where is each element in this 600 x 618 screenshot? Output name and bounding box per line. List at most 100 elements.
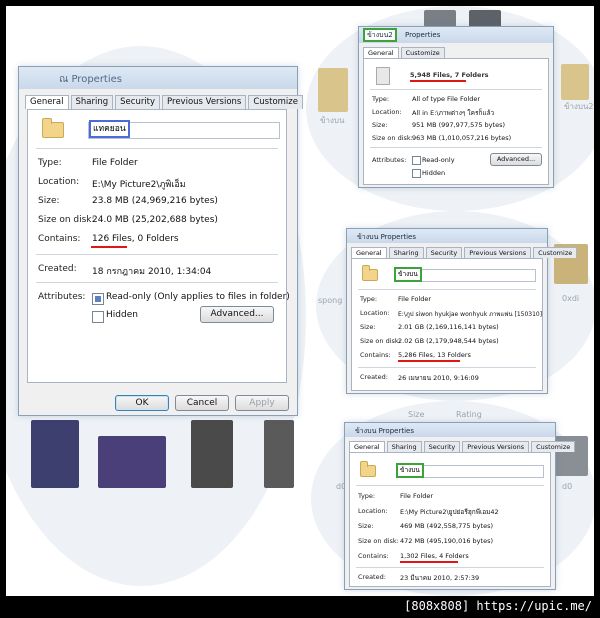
folder-name-highlight: ข้างบน [394,267,422,282]
tab-previous-versions[interactable]: Previous Versions [162,95,247,109]
ghost-label: 0xdi [562,294,580,303]
hidden-checkbox[interactable] [92,311,104,323]
tab-customize[interactable]: Customize [531,441,576,452]
photo-thumbnail[interactable] [264,420,294,488]
window-titlebar[interactable]: ข้างบน Properties [347,229,547,243]
readonly-checkbox[interactable] [412,156,421,165]
properties-window-folder-2: ข้างบน Properties General Sharing Securi… [346,228,578,394]
ghost-label: d0 [562,482,573,491]
size-value: 951 MB (997,977,575 bytes) [412,121,506,129]
red-underline [400,561,458,563]
divider [370,89,542,90]
size-label: Size: [38,196,60,206]
red-underline [91,246,127,248]
properties-window-multi: ข้างบน2 Properties General Customize 5,9… [358,26,554,188]
tab-security[interactable]: Security [423,441,461,452]
title-highlight: ข้างบน2 [363,28,397,42]
location-value: E:\My Picture2\ภูพิเอ็ม [92,180,186,190]
collage-canvas: ข้างบน ข้างบน2 spong 0xdi Size Rating d0… [6,6,594,596]
apply-button[interactable]: Apply [235,395,289,411]
tab-sharing[interactable]: Sharing [388,247,424,258]
window-titlebar[interactable]: ณ Properties [19,67,297,89]
divider [36,148,278,149]
size-on-disk-label: Size on disk: [38,215,95,225]
advanced-button[interactable]: Advanced... [200,306,274,323]
created-label: Created: [358,573,386,581]
tab-previous-versions[interactable]: Previous Versions [462,441,530,452]
folder-thumbnail[interactable] [318,68,348,112]
ghost-label: ข้างบน2 [564,102,594,111]
ghost-label: Rating [456,410,482,419]
divider [358,367,536,368]
tab-strip: General Sharing Security Previous Versio… [349,441,577,452]
created-value: 23 มีนาคม 2010, 2:57:39 [400,574,480,582]
hidden-label: Hidden [106,310,138,320]
ok-button[interactable]: OK [115,395,169,411]
folder-thumbnail[interactable] [561,64,589,100]
tab-general[interactable]: General [349,441,385,452]
red-underline [398,360,460,362]
size-label: Size: [358,522,374,530]
ghost-label: spong [318,296,343,305]
tab-sharing[interactable]: Sharing [70,95,114,109]
window-titlebar[interactable]: ข้างบน2 Properties [359,27,553,43]
general-panel: ข้างบน Type: File Folder Location: E:\ภู… [351,258,543,391]
type-label: Type: [360,295,378,303]
advanced-button[interactable]: Advanced... [490,153,542,166]
divider [356,485,544,486]
size-on-disk-value: 24.0 MB (25,202,688 bytes) [92,215,218,225]
red-underline [410,80,466,82]
tab-customize[interactable]: Customize [533,247,578,258]
hidden-checkbox[interactable] [412,169,421,178]
cancel-button[interactable]: Cancel [175,395,229,411]
contains-value: 1,302 Files, 4 Folders [400,552,469,560]
divider [358,289,536,290]
attributes-label: Attributes: [38,292,86,302]
tab-previous-versions[interactable]: Previous Versions [464,247,532,258]
properties-window-main: ณ Properties General Sharing Security Pr… [18,66,303,416]
location-value: All in E:\ภาพต่างๆ ใครก็แล้ว [412,109,495,117]
folder-icon [42,118,64,138]
readonly-checkbox[interactable] [92,293,104,305]
watermark-bar: [808x808] https://upic.me/ [0,596,600,618]
tab-general[interactable]: General [351,247,387,258]
files-summary: 5,948 Files, 7 Folders [410,71,489,79]
multi-folder-icon [376,67,390,85]
tab-customize[interactable]: Customize [400,47,445,58]
location-label: Location: [360,309,390,317]
tab-strip: General Customize [363,47,447,58]
readonly-label: Read-only [422,156,455,164]
attributes-label: Attributes: [372,156,407,164]
watermark-text: [808x808] https://upic.me/ [404,599,592,613]
contains-folders: , 0 Folders [131,234,179,244]
tab-general[interactable]: General [363,47,399,58]
size-on-disk-label: Size on disk: [372,134,413,142]
tab-general[interactable]: General [25,95,69,109]
general-panel: 5,948 Files, 7 Folders Type: All of type… [363,58,549,185]
photo-thumbnail[interactable] [98,436,166,488]
tab-sharing[interactable]: Sharing [386,441,422,452]
window-titlebar[interactable]: ข้างบน Properties [345,423,555,437]
folder-icon [360,461,376,477]
size-label: Size: [360,323,376,331]
photo-thumbnail[interactable] [191,420,233,488]
type-label: Type: [38,158,62,168]
location-label: Location: [372,108,402,116]
contains-files: 126 Files [92,234,132,244]
contains-label: Contains: [358,552,389,560]
contains-label: Contains: [38,234,81,244]
tab-security[interactable]: Security [425,247,463,258]
size-on-disk-value: 2.02 GB (2,179,948,544 bytes) [398,337,499,345]
tab-security[interactable]: Security [115,95,161,109]
window-title: Properties [405,31,441,39]
location-value: E:\ภูป siwon hyukjae wonhyuk ภาพแฟน [150… [398,311,543,318]
window-title: ณ Properties [59,74,122,85]
tab-customize[interactable]: Customize [248,95,303,109]
hidden-label: Hidden [422,169,446,177]
folder-name-highlight: ข้างบน [396,463,424,478]
location-label: Location: [358,507,388,515]
ghost-label: ข้างบน [320,116,345,125]
created-label: Created: [360,373,388,381]
photo-thumbnail[interactable] [31,420,79,488]
size-value: 469 MB (492,558,775 bytes) [400,522,494,530]
